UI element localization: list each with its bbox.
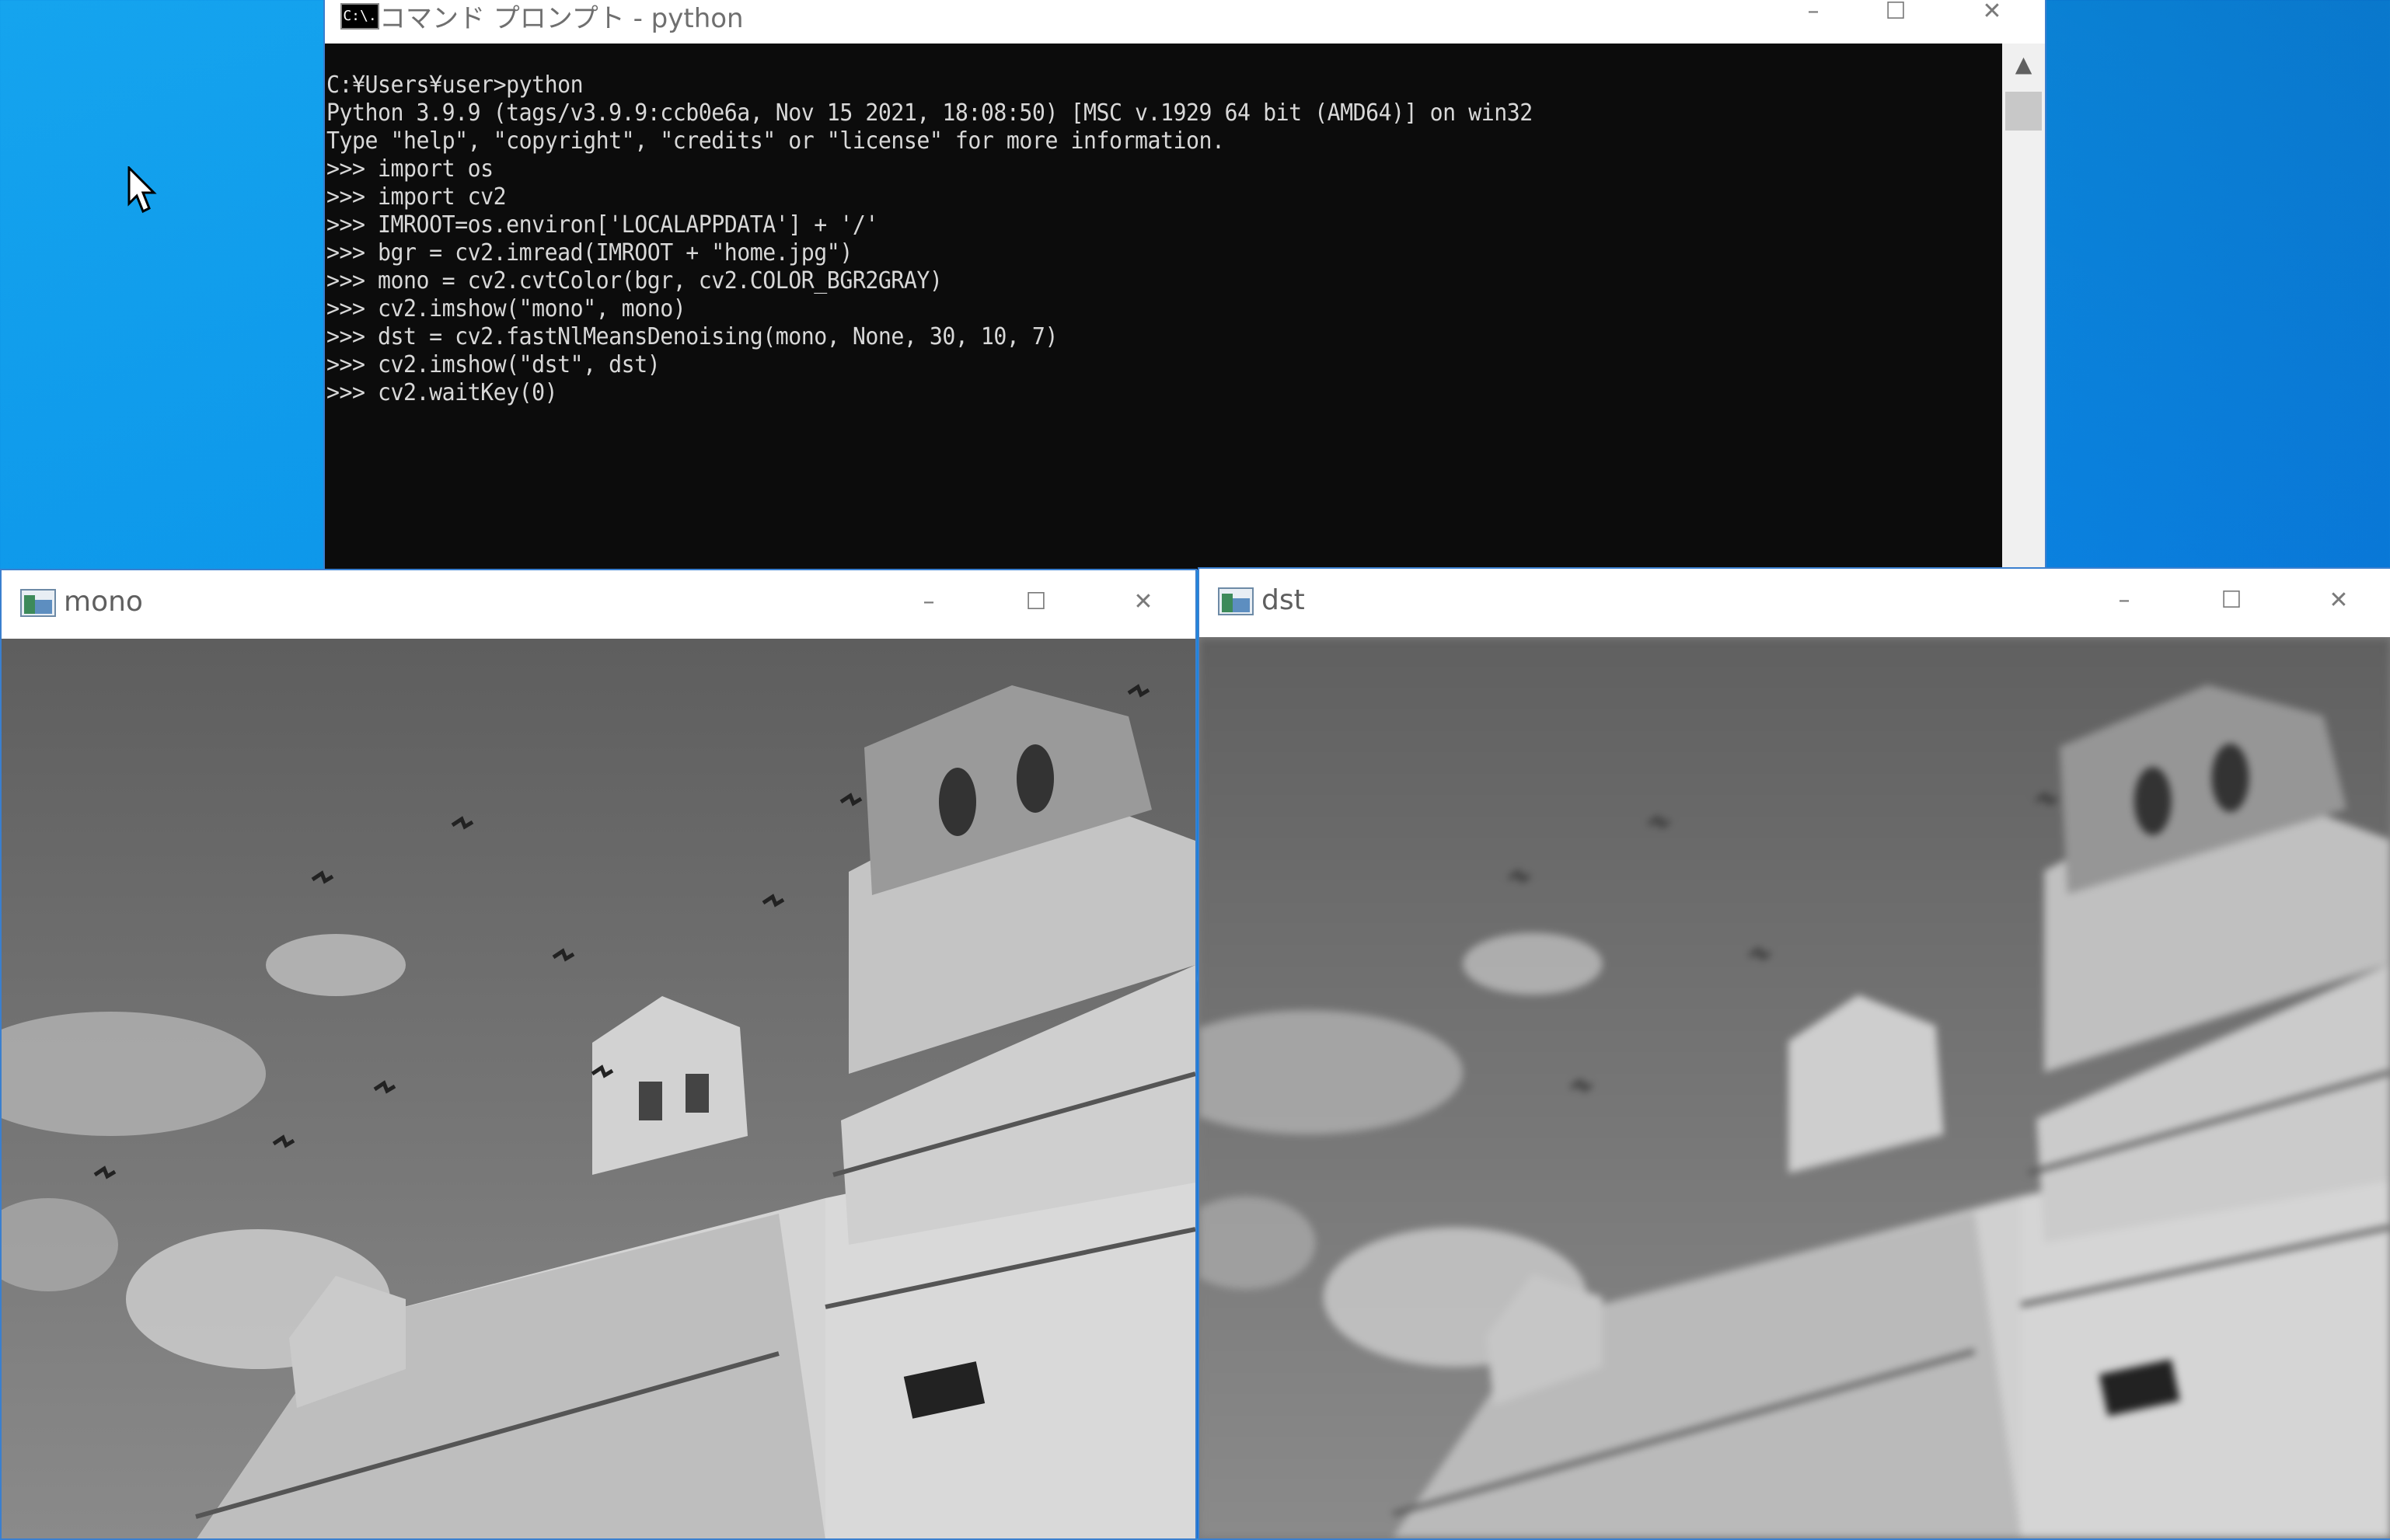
dst-minimize-button[interactable]: – <box>2089 589 2159 620</box>
console-line: >>> import os <box>326 155 494 183</box>
mono-title-bar[interactable]: mono – ☐ ✕ <box>2 570 1195 639</box>
cmd-maximize-button[interactable]: ☐ <box>1861 0 1931 31</box>
mono-close-button[interactable]: ✕ <box>1108 591 1178 622</box>
mouse-cursor-icon <box>127 166 157 214</box>
mono-maximize-button[interactable]: ☐ <box>1001 591 1071 622</box>
dst-close-button[interactable]: ✕ <box>2304 589 2374 620</box>
console-line: >>> cv2.imshow("mono", mono) <box>326 295 686 322</box>
command-prompt-window: C:\. コマンド プロンプト - python – ☐ ✕ C:¥Users¥… <box>325 0 2045 570</box>
dst-title-bar[interactable]: dst – ☐ ✕ <box>1199 569 2390 637</box>
console-line: >>> mono = cv2.cvtColor(bgr, cv2.COLOR_B… <box>326 267 943 294</box>
cmd-icon: C:\. <box>340 3 379 30</box>
opencv-window-icon <box>20 589 56 617</box>
mono-image <box>2 639 1195 1538</box>
console-line: >>> cv2.imshow("dst", dst) <box>326 351 661 378</box>
cmd-close-button[interactable]: ✕ <box>1957 0 2027 31</box>
console-scrollbar[interactable]: ▲ <box>2002 44 2045 570</box>
console-line: >>> IMROOT=os.environ['LOCALAPPDATA'] + … <box>326 211 878 239</box>
console-line: C:¥Users¥user>python <box>326 71 584 99</box>
console-line: Python 3.9.9 (tags/v3.9.9:ccb0e6a, Nov 1… <box>326 99 1533 127</box>
mono-window: mono – ☐ ✕ <box>0 569 1197 1540</box>
console-line: Type "help", "copyright", "credits" or "… <box>326 127 1225 155</box>
console-line: >>> cv2.waitKey(0) <box>326 379 558 406</box>
dst-window-title: dst <box>1261 584 1305 616</box>
dst-maximize-button[interactable]: ☐ <box>2196 589 2266 620</box>
console-line: >>> import cv2 <box>326 183 507 211</box>
scroll-thumb[interactable] <box>2005 92 2042 131</box>
console-line: >>> bgr = cv2.imread(IMROOT + "home.jpg"… <box>326 239 853 267</box>
opencv-window-icon <box>1218 587 1254 615</box>
dst-window: dst – ☐ ✕ <box>1198 567 2390 1540</box>
cmd-window-title: コマンド プロンプト - python <box>379 3 744 34</box>
cmd-title-bar[interactable]: C:\. コマンド プロンプト - python – ☐ ✕ <box>325 0 2045 44</box>
console-line: >>> dst = cv2.fastNlMeansDenoising(mono,… <box>326 323 1058 350</box>
cmd-minimize-button[interactable]: – <box>1778 0 1848 31</box>
scroll-up-icon[interactable]: ▲ <box>2002 44 2045 82</box>
mono-window-title: mono <box>64 586 143 618</box>
dst-image <box>1199 637 2390 1538</box>
mono-minimize-button[interactable]: – <box>894 591 964 622</box>
console-output[interactable]: C:¥Users¥user>python Python 3.9.9 (tags/… <box>325 44 2002 570</box>
